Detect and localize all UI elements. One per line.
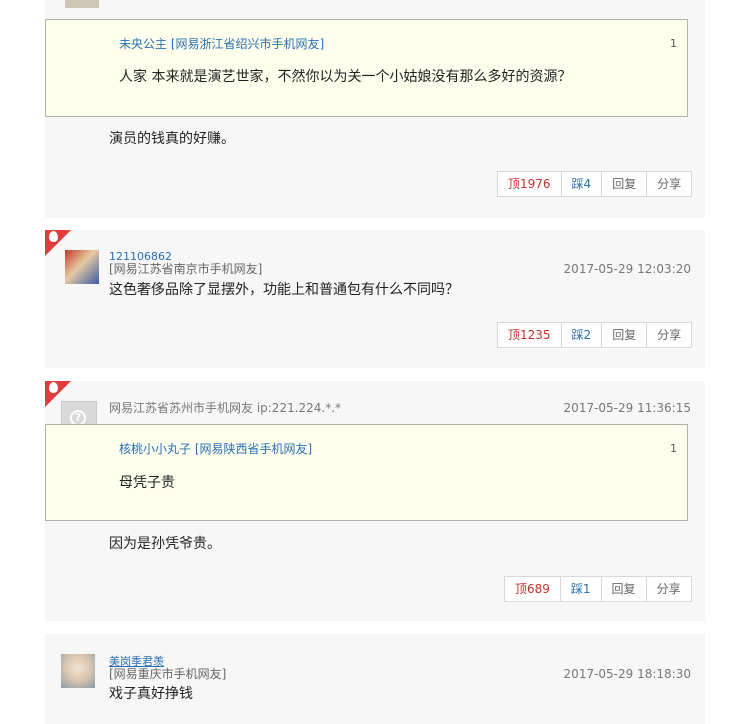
action-bar: 顶689 踩1 回复 分享 [504, 576, 692, 602]
user-location: [网易江苏省南京市手机网友] [109, 262, 263, 276]
downvote-button[interactable]: 踩1 [561, 577, 602, 601]
flame-icon [49, 231, 58, 242]
comment-text: 戏子真好挣钱 [109, 686, 193, 702]
comment-card: 未央公主 [网易浙江省绍兴市手机网友] 1 人家 本来就是演艺世家，不然你以为关… [45, 0, 705, 218]
action-bar: 顶1976 踩4 回复 分享 [497, 171, 693, 197]
upvote-button[interactable]: 顶1976 [498, 172, 562, 196]
floor-number: 1 [670, 37, 677, 50]
comment-card: 美岗季君羡 [网易重庆市手机网友] 2017-05-29 18:18:30 戏子… [45, 634, 705, 724]
quoted-username[interactable]: 核桃小小丸子 [网易陕西省手机网友] [119, 440, 312, 457]
share-button[interactable]: 分享 [647, 172, 691, 196]
comment-card: ? 网易江苏省苏州市手机网友 ip:221.224.*.* 2017-05-29… [45, 381, 705, 621]
avatar[interactable] [61, 654, 95, 688]
floor-number: 1 [670, 442, 677, 455]
avatar[interactable] [65, 0, 99, 8]
quoted-text: 人家 本来就是演艺世家，不然你以为关一个小姑娘没有那么多好的资源？ [119, 69, 572, 85]
upvote-button[interactable]: 顶1235 [498, 323, 562, 347]
comment-text: 这色奢侈品除了显摆外，功能上和普通包有什么不同吗？ [109, 282, 459, 298]
comment-text: 因为是孙凭爷贵。 [109, 536, 221, 552]
quoted-comment: 未央公主 [网易浙江省绍兴市手机网友] 1 人家 本来就是演艺世家，不然你以为关… [45, 19, 688, 117]
reply-button[interactable]: 回复 [602, 577, 647, 601]
share-button[interactable]: 分享 [647, 323, 691, 347]
action-bar: 顶1235 踩2 回复 分享 [497, 322, 693, 348]
user-location: [网易重庆市手机网友] [109, 667, 227, 681]
comment-card: 121106862 [网易江苏省南京市手机网友] 2017-05-29 12:0… [45, 230, 705, 368]
quoted-text: 母凭子贵 [119, 475, 175, 491]
quoted-username[interactable]: 未央公主 [网易浙江省绍兴市手机网友] [119, 35, 324, 52]
timestamp: 2017-05-29 12:03:20 [563, 262, 691, 276]
reply-button[interactable]: 回复 [602, 323, 648, 347]
share-button[interactable]: 分享 [647, 577, 691, 601]
reply-button[interactable]: 回复 [602, 172, 648, 196]
avatar[interactable] [65, 250, 99, 284]
downvote-button[interactable]: 踩2 [562, 323, 603, 347]
timestamp: 2017-05-29 18:18:30 [563, 667, 691, 681]
downvote-button[interactable]: 踩4 [562, 172, 603, 196]
user-location: 网易江苏省苏州市手机网友 ip:221.224.*.* [109, 401, 342, 415]
timestamp: 2017-05-29 11:36:15 [563, 401, 691, 415]
flame-icon [49, 382, 58, 393]
quoted-comment: 核桃小小丸子 [网易陕西省手机网友] 1 母凭子贵 [45, 424, 688, 521]
comment-text: 演员的钱真的好赚。 [109, 131, 235, 147]
upvote-button[interactable]: 顶689 [505, 577, 561, 601]
